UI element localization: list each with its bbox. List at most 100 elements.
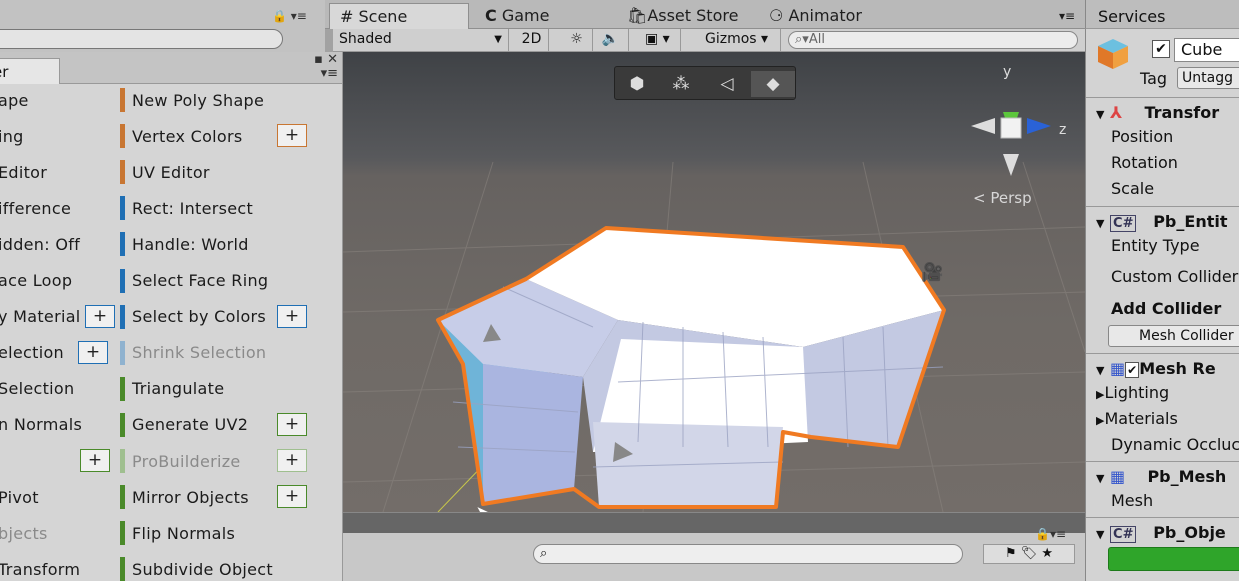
shading-mode-dropdown[interactable]: Shaded ▼	[333, 29, 509, 51]
category-color-bar	[120, 304, 125, 329]
inspector-panel: ✔ Cube Tag Untagg ▼ ⅄ Transfor Position …	[1085, 29, 1239, 581]
probuilder-left-item[interactable]: ing	[0, 121, 24, 151]
probuilder-left-item[interactable]: election	[0, 338, 64, 368]
tab-game[interactable]: C Game	[475, 3, 559, 29]
pb-mesh-header[interactable]: ▼ ▦ Pb_Mesh	[1096, 467, 1226, 486]
probuilder-action-item[interactable]: Vertex Colors	[120, 121, 243, 151]
probuilder-left-item-label: Selection	[0, 379, 75, 399]
category-color-bar	[120, 160, 125, 185]
options-plus-button[interactable]: +	[277, 485, 307, 509]
probuilder-action-item[interactable]: Generate UV2	[120, 410, 248, 440]
probuilder-left-item-label: ace Loop	[0, 271, 73, 290]
mouse-cursor-icon: ➤	[475, 502, 493, 512]
panel-menu-icon[interactable]: ▪ ✕ ▾≡	[300, 53, 338, 81]
probuilder-action-item[interactable]: Triangulate	[120, 374, 224, 404]
probuilder-action-item[interactable]: New Poly Shape	[120, 85, 264, 115]
tag-dropdown[interactable]: Untagg	[1177, 67, 1239, 89]
probuilder-action-item[interactable]: Flip Normals	[120, 518, 235, 548]
probuilder-left-item[interactable]: ace Loop	[0, 266, 72, 296]
project-panel: 🔒▾≡ ⌕ ⚑ 🏷 ★	[343, 512, 1085, 581]
mesh-label: Mesh	[1111, 491, 1154, 510]
tab-asset-store[interactable]: 🛍Asset Store	[617, 3, 748, 29]
object-mode-icon[interactable]: ⬢	[615, 71, 659, 97]
probuilder-action-item[interactable]: Handle: World	[120, 229, 249, 259]
probuilder-left-item[interactable]: n Normals	[0, 410, 82, 440]
options-plus-button[interactable]: +	[277, 449, 307, 472]
options-plus-button[interactable]: +	[277, 412, 307, 436]
probuilder-action-item[interactable]: Shrink Selection	[120, 338, 266, 368]
probuilder-action-item[interactable]: ProBuilderize	[120, 446, 241, 476]
probuilder-action-item[interactable]: Select by Colors	[120, 302, 266, 332]
effects-dropdown-icon[interactable]: ▣ ▾	[639, 29, 681, 51]
mesh-renderer-header[interactable]: ▼ ▦ ✔ Mesh Re	[1096, 359, 1216, 378]
face-mode-icon[interactable]: ◆	[751, 71, 795, 97]
transform-header-label: Transfor	[1144, 103, 1220, 122]
probuilder-left-item[interactable]: Selection	[0, 374, 74, 404]
enabled-checkbox[interactable]: ✔	[1125, 362, 1140, 378]
probuilder-action-label: Generate UV2	[132, 415, 249, 435]
probuilder-left-item[interactable]: bjects	[0, 518, 48, 548]
options-plus-button[interactable]: +	[277, 304, 307, 328]
lock-icon[interactable]: 🔒▾≡	[1035, 527, 1066, 541]
probuilder-left-item[interactable]: ape	[0, 85, 29, 115]
pb-object-header[interactable]: ▼ C# Pb_Obje	[1096, 523, 1226, 543]
mesh-collider-button[interactable]: Mesh Collider	[1108, 325, 1239, 347]
probuilder-left-item[interactable]: Transform	[0, 554, 80, 581]
options-plus-button[interactable]: +	[78, 340, 108, 364]
materials-foldout[interactable]: ▶Materials	[1096, 409, 1178, 428]
lock-icon[interactable]: 🔒 ▾≡	[272, 9, 307, 23]
lighting-foldout[interactable]: ▶Lighting	[1096, 383, 1169, 402]
active-checkbox[interactable]: ✔	[1152, 40, 1170, 58]
project-search-input[interactable]: ⌕	[533, 544, 963, 564]
probuilder-action-item[interactable]: Select Face Ring	[120, 266, 268, 296]
mode-2d-label: 2D	[521, 31, 542, 47]
probuilder-left-item[interactable]: y Material	[0, 302, 81, 332]
probuilder-left-item[interactable]: idden: Off	[0, 229, 80, 259]
edge-mode-icon[interactable]: ◁	[705, 71, 749, 97]
object-name-field[interactable]: Cube	[1174, 38, 1239, 62]
probuilder-left-item[interactable]: Pivot	[0, 482, 39, 512]
camera-icon: 🎥	[921, 262, 944, 283]
search-icon: ⌕▾	[795, 32, 809, 47]
tab-services[interactable]: Services	[1098, 7, 1165, 26]
scene-search-input[interactable]: ⌕▾All	[788, 31, 1078, 49]
options-plus-button[interactable]: +	[277, 124, 307, 148]
probuilder-tab[interactable]: er	[0, 58, 60, 84]
tab-animator[interactable]: ⚆ Animator	[759, 3, 872, 29]
hierarchy-search-input[interactable]	[0, 29, 283, 49]
pb-object-header-label: Pb_Obje	[1153, 523, 1226, 542]
probuilder-left-item-label: Editor	[0, 162, 48, 182]
mesh-filter-icon: ▦	[1110, 467, 1126, 486]
scene-viewport[interactable]: ⬢ ⁂ ◁ ◆ y z < Persp 🎥 ➤	[343, 52, 1085, 512]
probuilder-left-item[interactable]: ifference	[0, 193, 71, 223]
probuilder-action-item[interactable]: Subdivide Object	[120, 554, 273, 581]
materials-label: Materials	[1104, 409, 1178, 428]
foldout-arrow-icon: ▼	[1096, 217, 1105, 230]
probuilder-left-item-label: ape	[0, 90, 29, 110]
lighting-toggle-icon[interactable]: ☼	[561, 29, 593, 51]
probuilder-left-item[interactable]: Editor	[0, 157, 47, 187]
audio-toggle-icon[interactable]: 🔈	[593, 29, 629, 51]
lighting-label: Lighting	[1104, 383, 1170, 402]
gizmos-dropdown[interactable]: Gizmos ▾	[699, 29, 781, 51]
mesh-renderer-icon: ▦	[1110, 359, 1126, 378]
transform-header[interactable]: ▼ ⅄ Transfor	[1096, 103, 1219, 122]
probuilder-action-item[interactable]: Mirror Objects	[120, 482, 249, 512]
probuilder-action-label: New Poly Shape	[132, 90, 265, 110]
options-plus-button[interactable]: +	[85, 304, 115, 328]
tab-animator-label: Animator	[788, 6, 862, 25]
options-plus-button[interactable]: +	[80, 449, 110, 472]
filter-buttons[interactable]: ⚑ 🏷 ★	[983, 544, 1075, 564]
probuilder-action-item[interactable]: Rect: Intersect	[120, 193, 253, 223]
probuilder-action-label: Mirror Objects	[132, 487, 249, 507]
projection-toggle[interactable]: < Persp	[973, 189, 1032, 207]
pb-entity-header[interactable]: ▼ C# Pb_Entit	[1096, 212, 1227, 232]
category-color-bar	[120, 449, 125, 473]
probuilder-action-item[interactable]: UV Editor	[120, 157, 210, 187]
tab-scene[interactable]: # Scene	[329, 3, 469, 29]
mode-2d-button[interactable]: 2D	[515, 29, 549, 51]
vertex-mode-icon[interactable]: ⁂	[659, 71, 703, 97]
tab-menu-icon[interactable]: ▾≡	[1049, 3, 1085, 29]
probuilder-left-item-label: bjects	[0, 523, 48, 543]
probuilder-editor-button[interactable]	[1108, 547, 1239, 571]
